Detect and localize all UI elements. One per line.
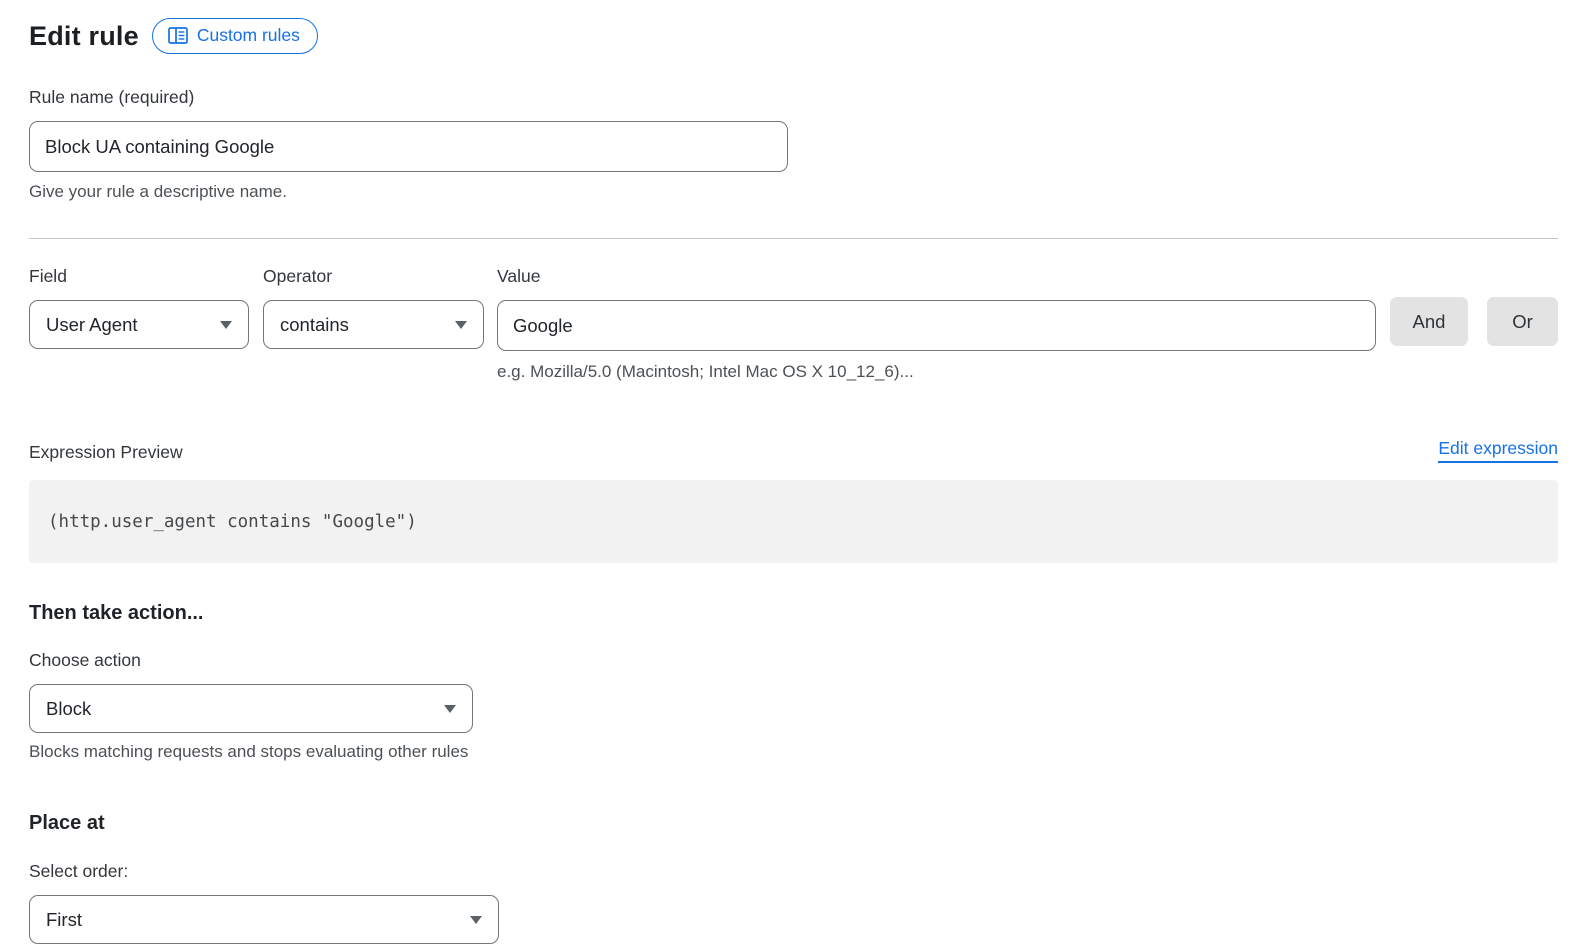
- custom-rules-badge[interactable]: Custom rules: [152, 18, 318, 54]
- field-select[interactable]: User Agent: [29, 300, 249, 349]
- value-input[interactable]: [497, 300, 1376, 351]
- edit-expression-link[interactable]: Edit expression: [1438, 438, 1558, 463]
- placement-section: Place at Select order: First: [29, 812, 1558, 944]
- operator-column: Operator contains: [263, 266, 484, 349]
- expression-section: Expression Preview Edit expression (http…: [29, 438, 1558, 563]
- value-help: e.g. Mozilla/5.0 (Macintosh; Intel Mac O…: [497, 362, 1376, 382]
- action-select[interactable]: Block: [29, 684, 473, 733]
- caret-down-icon: [470, 916, 482, 924]
- field-select-value: User Agent: [46, 314, 138, 336]
- select-order-label: Select order:: [29, 861, 1558, 882]
- caret-down-icon: [455, 321, 467, 329]
- field-label: Field: [29, 266, 249, 287]
- and-button[interactable]: And: [1390, 297, 1468, 346]
- or-button[interactable]: Or: [1487, 297, 1558, 346]
- condition-row: Field User Agent Operator contains Value…: [29, 266, 1558, 382]
- book-icon: [168, 27, 188, 44]
- caret-down-icon: [220, 321, 232, 329]
- section-divider: [29, 238, 1558, 239]
- rule-name-input[interactable]: [29, 121, 788, 172]
- action-heading: Then take action...: [29, 602, 1558, 625]
- action-select-value: Block: [46, 698, 91, 720]
- rule-name-group: Rule name (required) Give your rule a de…: [29, 87, 1558, 202]
- rule-name-label: Rule name (required): [29, 87, 1558, 108]
- operator-select-value: contains: [280, 314, 349, 336]
- field-column: Field User Agent: [29, 266, 249, 349]
- expression-preview-label: Expression Preview: [29, 442, 183, 463]
- caret-down-icon: [444, 705, 456, 713]
- place-at-heading: Place at: [29, 812, 1558, 835]
- page-title: Edit rule: [29, 21, 139, 52]
- operator-label: Operator: [263, 266, 484, 287]
- edit-rule-page: Edit rule Custom rules Rule name (requir…: [0, 0, 1587, 944]
- order-select[interactable]: First: [29, 895, 499, 944]
- expression-code: (http.user_agent contains "Google"): [48, 512, 417, 532]
- operator-select[interactable]: contains: [263, 300, 484, 349]
- expression-preview-box: (http.user_agent contains "Google"): [29, 480, 1558, 563]
- expression-header: Expression Preview Edit expression: [29, 438, 1558, 463]
- choose-action-label: Choose action: [29, 650, 1558, 671]
- action-section: Then take action... Choose action Block …: [29, 602, 1558, 762]
- rule-name-help: Give your rule a descriptive name.: [29, 182, 1558, 202]
- page-header: Edit rule Custom rules: [29, 18, 1558, 54]
- custom-rules-badge-label: Custom rules: [197, 25, 300, 46]
- value-label: Value: [497, 266, 1376, 287]
- order-select-value: First: [46, 909, 82, 931]
- action-help: Blocks matching requests and stops evalu…: [29, 742, 1558, 762]
- value-column: Value e.g. Mozilla/5.0 (Macintosh; Intel…: [497, 266, 1376, 382]
